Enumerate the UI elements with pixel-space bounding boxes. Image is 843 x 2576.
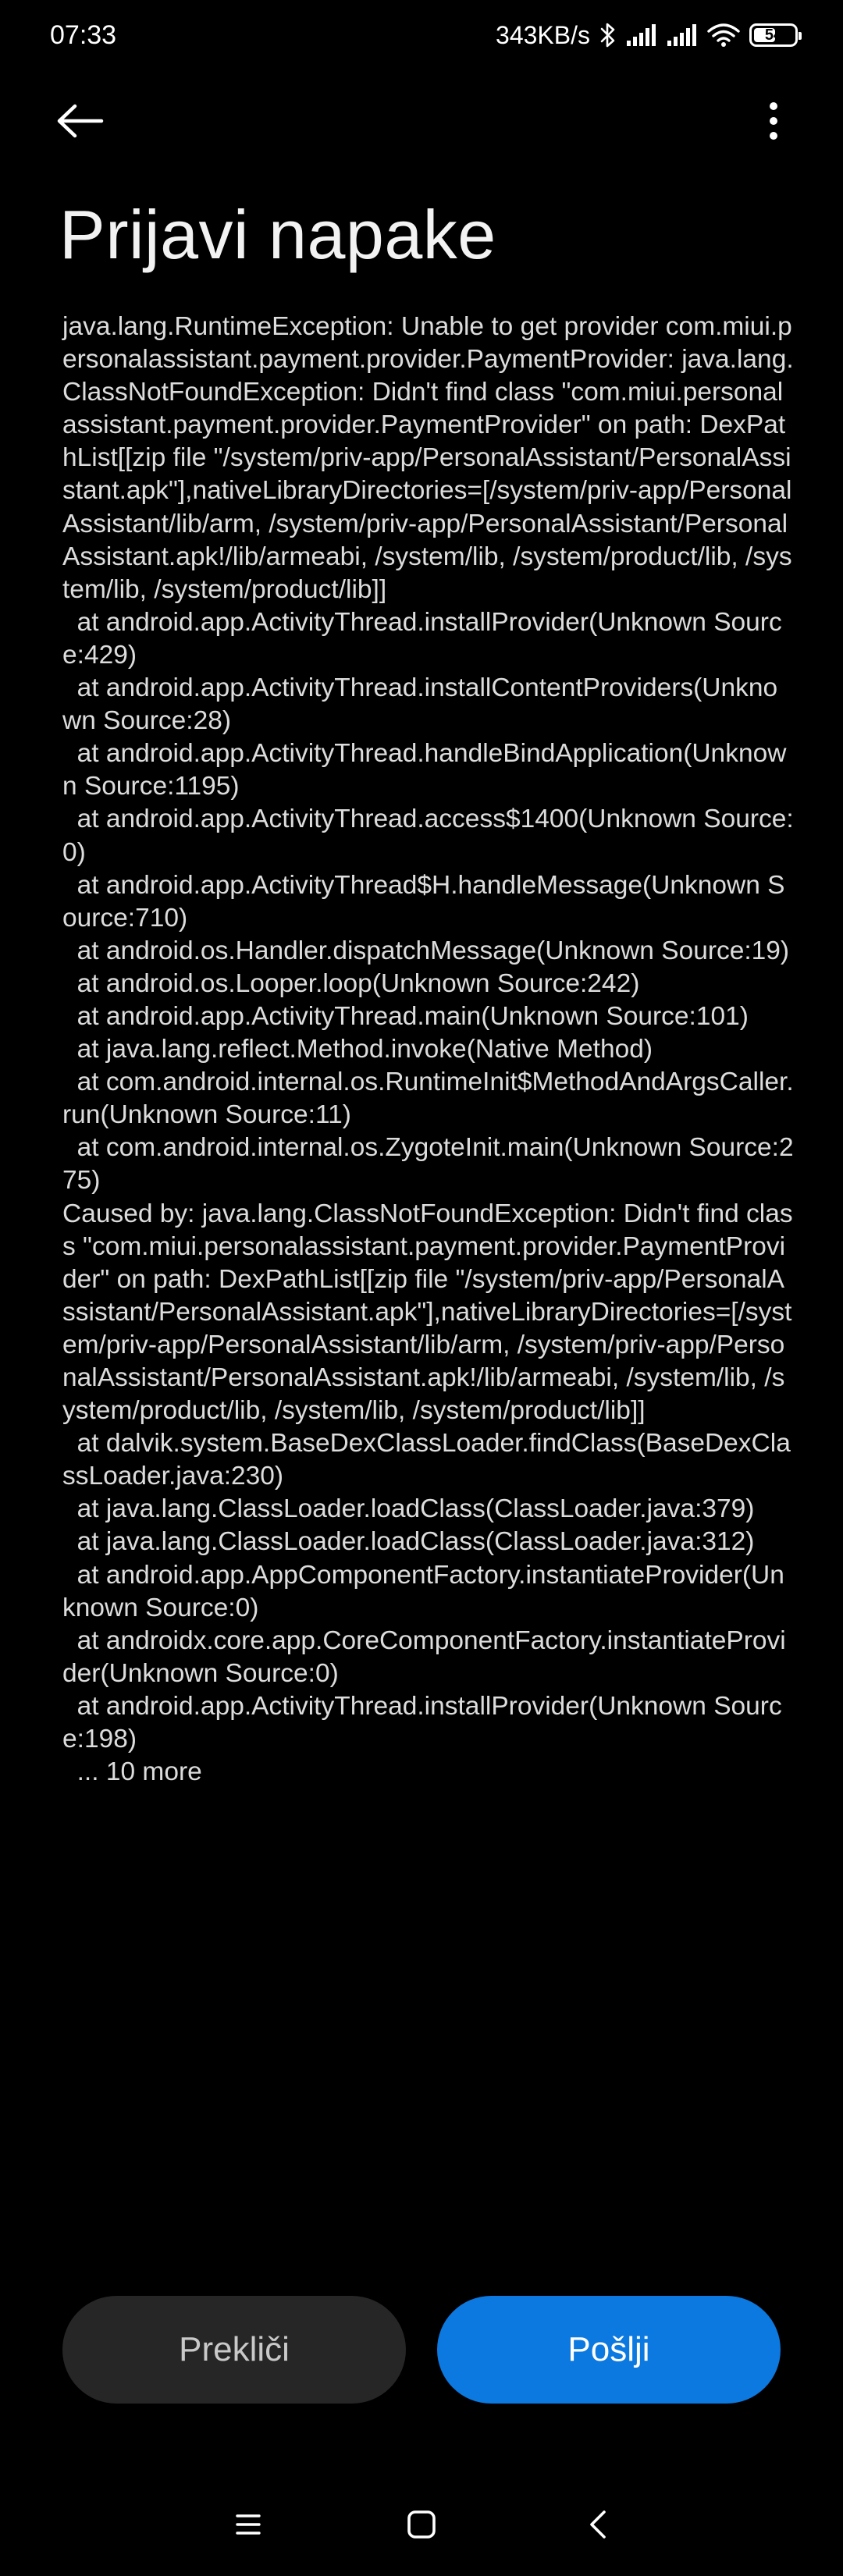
system-back-button[interactable]	[559, 2482, 637, 2567]
send-button[interactable]: Pošlji	[437, 2296, 781, 2404]
cancel-button[interactable]: Prekliči	[62, 2296, 406, 2404]
wifi-icon	[707, 23, 740, 47]
network-speed: 343KB/s	[496, 20, 590, 49]
battery-level: 54	[764, 26, 783, 44]
bluetooth-icon	[600, 23, 615, 48]
back-icon	[590, 2510, 606, 2539]
status-time: 07:33	[50, 20, 117, 50]
more-options-button[interactable]	[754, 94, 793, 148]
navigation-bar	[0, 2482, 843, 2576]
status-bar: 07:33 343KB/s 54	[0, 0, 843, 72]
battery-icon: 54	[749, 23, 802, 47]
arrow-left-icon	[57, 104, 104, 138]
recent-apps-button[interactable]	[209, 2482, 287, 2567]
status-icons: 343KB/s 54	[496, 17, 802, 53]
more-vertical-icon	[770, 102, 777, 140]
error-log-text: java.lang.RuntimeException: Unable to ge…	[62, 312, 794, 1787]
signal-icon	[627, 24, 656, 46]
home-icon	[407, 2510, 436, 2539]
page-title: Prijavi napake	[59, 196, 496, 273]
home-button[interactable]	[382, 2482, 461, 2567]
signal-icon	[667, 24, 696, 46]
menu-icon	[236, 2514, 261, 2535]
back-button[interactable]	[56, 94, 125, 148]
